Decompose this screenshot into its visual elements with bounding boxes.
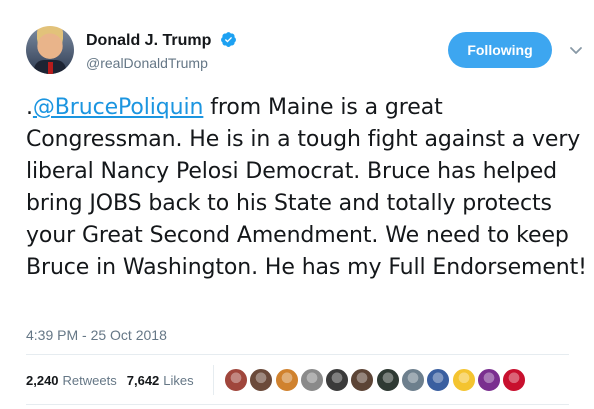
liker-avatar[interactable] bbox=[426, 368, 451, 392]
user-handle[interactable]: @realDonaldTrump bbox=[86, 55, 237, 71]
liker-avatar[interactable] bbox=[350, 368, 375, 392]
avatar[interactable] bbox=[26, 26, 74, 74]
retweets-count: 2,240 bbox=[26, 373, 59, 388]
tweet-timestamp[interactable]: 4:39 PM - 25 Oct 2018 bbox=[26, 327, 167, 343]
stats-separator bbox=[213, 365, 214, 395]
retweets-label: Retweets bbox=[62, 373, 117, 388]
liker-avatar[interactable] bbox=[375, 368, 400, 392]
liker-avatar[interactable] bbox=[502, 368, 527, 392]
likes-stat[interactable]: 7,642 Likes bbox=[127, 373, 194, 388]
liker-avatar[interactable] bbox=[249, 368, 274, 392]
liker-avatar[interactable] bbox=[299, 368, 324, 392]
tweet-stats: 2,240 Retweets 7,642 Likes bbox=[26, 373, 194, 388]
divider bbox=[26, 404, 569, 405]
liker-avatar[interactable] bbox=[401, 368, 426, 392]
tweet-body: from Maine is a great Congressman. He is… bbox=[26, 95, 587, 280]
tweet-card: Donald J. Trump @realDonaldTrump Followi… bbox=[0, 0, 594, 409]
liker-avatar[interactable] bbox=[451, 368, 476, 392]
liker-avatars bbox=[224, 368, 528, 392]
liker-avatar[interactable] bbox=[325, 368, 350, 392]
liker-avatar[interactable] bbox=[274, 368, 299, 392]
liker-avatar[interactable] bbox=[224, 368, 248, 392]
tweet-prefix: . bbox=[26, 95, 33, 120]
likes-count: 7,642 bbox=[126, 373, 160, 388]
divider bbox=[26, 354, 569, 355]
likes-label: Likes bbox=[163, 373, 194, 388]
liker-avatar[interactable] bbox=[476, 368, 501, 392]
mention-link[interactable]: @BrucePoliquin bbox=[33, 95, 204, 120]
avatar-tie bbox=[48, 62, 53, 74]
verified-badge-icon bbox=[221, 32, 237, 47]
retweets-stat[interactable]: 2,240 Retweets bbox=[26, 373, 117, 388]
display-name[interactable]: Donald J. Trump bbox=[86, 32, 211, 49]
author-block: Donald J. Trump @realDonaldTrump bbox=[86, 30, 237, 71]
tweet-text: .@BrucePoliquin from Maine is a great Co… bbox=[26, 92, 588, 284]
following-button[interactable]: Following bbox=[448, 32, 552, 68]
chevron-down-icon[interactable] bbox=[566, 40, 586, 60]
